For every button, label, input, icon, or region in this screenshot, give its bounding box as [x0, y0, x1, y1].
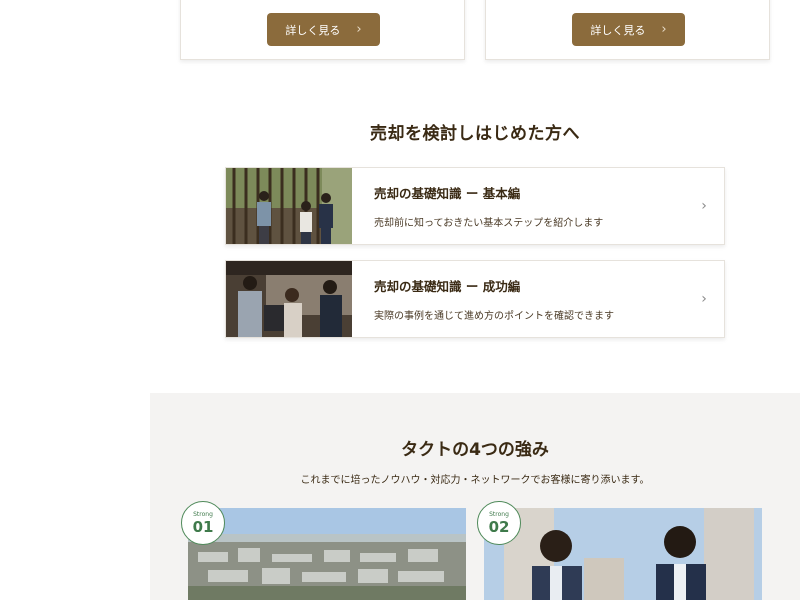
guide-thumbnail	[226, 261, 352, 337]
guide-thumbnail	[226, 168, 352, 244]
badge-number: 02	[488, 518, 510, 536]
strength-photo-staff	[484, 508, 762, 600]
guide-description: 売却前に知っておきたい基本ステップを紹介します	[374, 218, 604, 229]
details-button-label: 詳しく見る	[285, 23, 341, 37]
badge-number: 01	[192, 518, 214, 536]
strength-badge: Strong 01	[181, 501, 225, 545]
strengths-section: タクトの4つの強み これまでに培ったノウハウ・対応力・ネットワークでお客様に寄り…	[150, 393, 800, 600]
chevron-right-icon: ›	[701, 291, 707, 307]
guide-link-basic[interactable]: 売却の基礎知識 ー 基本編 売却前に知っておきたい基本ステップを紹介します ›	[225, 167, 725, 245]
guide-link-success[interactable]: 売却の基礎知識 ー 成功編 実際の事例を通じて進め方のポイントを確認できます ›	[225, 260, 725, 338]
chevron-right-icon: ›	[356, 22, 362, 37]
strength-badge: Strong 02	[477, 501, 521, 545]
details-button[interactable]: 詳しく見る ›	[267, 13, 380, 46]
chevron-right-icon: ›	[701, 198, 707, 214]
guide-title: 売却の基礎知識 ー 成功編	[374, 279, 521, 294]
chevron-right-icon: ›	[661, 22, 667, 37]
strengths-subtitle: これまでに培ったノウハウ・対応力・ネットワークでお客様に寄り添います。	[300, 475, 650, 486]
strength-photo-city	[188, 508, 466, 600]
details-button-label: 詳しく見る	[590, 23, 646, 37]
guide-title: 売却の基礎知識 ー 基本編	[374, 186, 521, 201]
details-button[interactable]: 詳しく見る ›	[572, 13, 685, 46]
page: 詳しく見る › 詳しく見る › 売却を検討しはじめた方へ 売却の基礎知識 ー 基…	[0, 0, 800, 600]
top-card-right: 詳しく見る ›	[485, 0, 770, 60]
top-card-left: 詳しく見る ›	[180, 0, 465, 60]
strengths-title: タクトの4つの強み	[401, 440, 549, 460]
seller-section-title: 売却を検討しはじめた方へ	[370, 124, 580, 144]
guide-description: 実際の事例を通じて進め方のポイントを確認できます	[374, 311, 614, 322]
